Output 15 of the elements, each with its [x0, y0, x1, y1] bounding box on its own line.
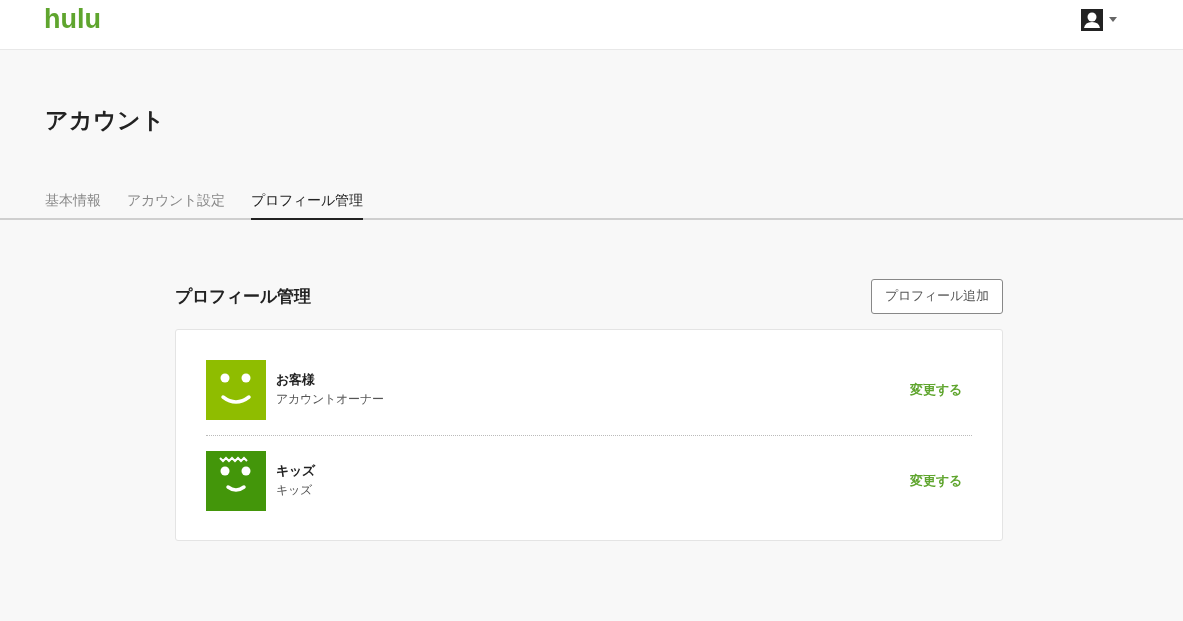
tab[interactable]: プロフィール管理 — [251, 192, 363, 220]
page-title: アカウント — [45, 106, 166, 135]
profile-role: キッズ — [276, 482, 313, 499]
section-title: プロフィール管理 — [175, 285, 311, 308]
tab[interactable]: アカウント設定 — [127, 192, 225, 220]
tab[interactable]: 基本情報 — [45, 192, 101, 220]
edit-link[interactable]: 変更する — [910, 472, 962, 490]
user-icon[interactable] — [1081, 8, 1103, 31]
logo[interactable]: hulu — [44, 4, 101, 35]
profile-name: キッズ — [276, 463, 317, 480]
profile-name: お客様 — [276, 372, 316, 389]
edit-link[interactable]: 変更する — [910, 381, 962, 399]
caret-icon[interactable] — [1109, 17, 1117, 22]
profile-role: アカウントオーナー — [276, 391, 385, 408]
add-profile-button[interactable]: プロフィール追加 — [871, 279, 1003, 314]
